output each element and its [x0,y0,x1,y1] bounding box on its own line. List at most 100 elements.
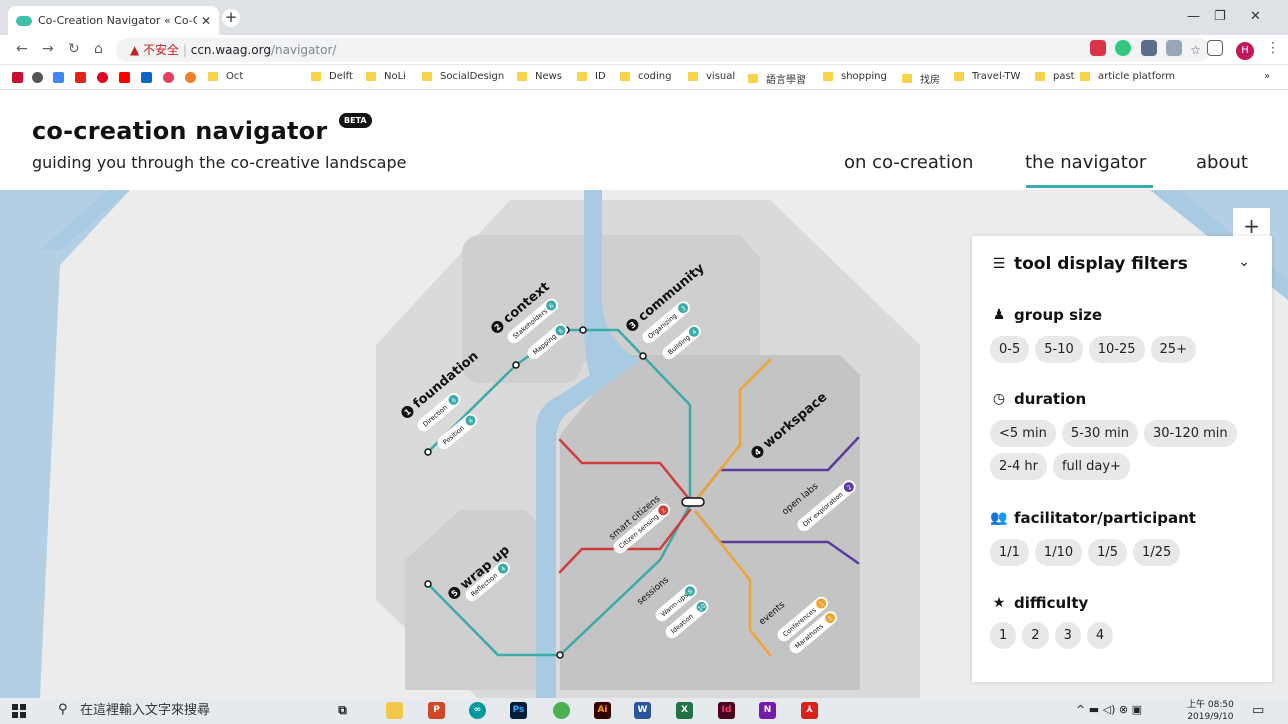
acrobat-icon[interactable]: ⅄ [801,702,818,719]
station[interactable] [424,448,432,456]
bookmark-folder[interactable]: ID [577,71,606,82]
station[interactable] [579,326,587,334]
filter-chip[interactable]: 1/1 [990,539,1029,566]
bookmark-icon[interactable] [163,72,174,83]
nav-about[interactable]: about [1196,152,1248,173]
extension-icon[interactable] [1166,40,1182,56]
filter-chip[interactable]: 4 [1086,622,1114,649]
station[interactable] [424,580,432,588]
person-icon: ♟ [992,307,1006,323]
filter-chip[interactable]: 0-5 [990,336,1030,363]
bookmark-folder[interactable]: coding [620,71,671,82]
bookmark-star-icon[interactable]: ☆ [1190,43,1201,57]
system-tray-icons[interactable]: ^ ▬ ◁) ⊗ ▣ [1076,703,1142,716]
bookmark-folder[interactable]: Travel-TW [954,71,1020,82]
extension-icon[interactable] [1090,40,1106,56]
minimize-icon[interactable]: — [1187,9,1200,24]
filter-chip[interactable]: 1 [990,622,1017,649]
task-view-icon[interactable]: ⧉ [334,702,351,719]
taskbar-search-box[interactable]: 在這裡輸入文字來搜尋 [48,698,318,724]
notification-icon[interactable]: ▭ [1252,703,1264,718]
ratio-options: 1/1 1/10 1/5 1/25 [990,539,1260,566]
forward-icon[interactable]: → [42,41,54,57]
filter-chip[interactable]: 2 [1022,622,1049,649]
filter-chip[interactable]: 30-120 min [1143,420,1237,447]
tab-title: Co-Creation Navigator « Co-Cr [38,14,197,27]
filter-chip[interactable]: full day+ [1052,453,1130,480]
bookmark-folder[interactable]: shopping [823,71,887,82]
bookmark-folder[interactable]: News [517,71,562,82]
filter-chip[interactable]: 5-10 [1035,336,1083,363]
file-explorer-icon[interactable] [386,702,403,719]
filter-chip[interactable]: 5-30 min [1061,420,1138,447]
illustrator-icon[interactable]: Ai [594,702,611,719]
chevron-down-icon[interactable]: ⌄ [1238,254,1250,270]
bookmark-icon[interactable] [32,72,43,83]
nav-on-co-creation[interactable]: on co-creation [844,152,973,173]
bookmark-folder[interactable]: article platform [1080,71,1175,82]
arduino-icon[interactable]: ∞ [469,702,486,719]
bookmark-folder[interactable]: NoLi [366,71,406,82]
chrome-icon[interactable] [553,702,570,719]
windows-start-icon[interactable] [12,704,26,718]
filter-chip[interactable]: <5 min [990,420,1056,447]
nav-the-navigator[interactable]: the navigator [1025,152,1146,173]
profile-avatar[interactable]: H [1236,42,1254,60]
hub-station[interactable] [681,497,705,507]
home-icon[interactable]: ⌂ [94,41,103,57]
excel-icon[interactable]: X [676,702,693,719]
site-title[interactable]: co-creation navigator [32,117,327,145]
bookmark-folder[interactable]: Delft [311,71,353,82]
filter-chip[interactable]: 10-25 [1088,336,1145,363]
bookmark-folder[interactable]: Oct [208,71,243,82]
station[interactable] [639,352,647,360]
reload-icon[interactable]: ↻ [68,41,80,57]
powerpoint-icon[interactable]: P [428,702,445,719]
back-icon[interactable]: ← [16,41,28,57]
insecure-warning: ▲ 不安全 [130,43,180,57]
indesign-icon[interactable]: Id [718,702,735,719]
browser-tab[interactable]: Co-Creation Navigator « Co-Cr ✕ [8,6,219,35]
bookmark-icon[interactable] [53,72,64,83]
bookmark-folder[interactable]: 找房 [902,71,940,86]
bookmark-folder[interactable]: SocialDesign [422,71,504,82]
folder-icon [688,72,698,81]
filter-chip[interactable]: 3 [1054,622,1081,649]
pinterest-icon[interactable] [97,72,108,83]
sliders-icon: ☰ [992,256,1006,272]
filter-chip[interactable]: 1/5 [1088,539,1128,566]
station[interactable] [512,361,520,369]
taskbar-clock[interactable]: 上午 08:50 2019/9/10 [1187,699,1234,723]
filters-header[interactable]: ☰ tool display filters [990,254,1188,274]
photoshop-icon[interactable]: Ps [510,702,527,719]
bookmark-icon[interactable] [185,72,196,83]
bookmark-folder[interactable]: visual [688,71,735,82]
bookmark-folder[interactable]: 語言學習 [748,71,806,86]
group-size-heading: ♟ group size [990,306,1102,324]
linkedin-icon[interactable] [141,72,152,83]
filter-chip[interactable]: 25+ [1150,336,1196,363]
filter-chip[interactable]: 2-4 hr [990,453,1047,480]
new-tab-button[interactable]: + [222,9,240,27]
youtube-icon[interactable] [119,72,130,83]
filter-chip[interactable]: 1/25 [1133,539,1181,566]
filter-chip[interactable]: 1/10 [1034,539,1083,566]
close-tab-icon[interactable]: ✕ [201,14,211,28]
address-bar[interactable]: ▲ 不安全 | ccn.waag.org/navigator/ ⊕ ☆ [116,38,1211,62]
menu-icon[interactable]: ⋮ [1266,40,1280,56]
onenote-icon[interactable]: N [759,702,776,719]
restore-icon[interactable]: ❐ [1214,9,1226,24]
more-bookmarks-icon[interactable]: » [1264,71,1270,82]
bookmark-icon[interactable] [12,72,23,83]
folder-icon [1080,72,1090,81]
extension-icon[interactable] [1141,40,1157,56]
station[interactable] [556,651,564,659]
bookmark-folder[interactable]: past [1035,71,1075,82]
word-icon[interactable]: W [634,702,651,719]
cast-icon[interactable] [1207,40,1223,56]
extension-icon[interactable] [1115,40,1131,56]
bookmark-icon[interactable] [75,72,86,83]
folder-icon [366,72,376,81]
folder-icon [954,72,964,81]
close-window-icon[interactable]: ✕ [1250,9,1261,24]
